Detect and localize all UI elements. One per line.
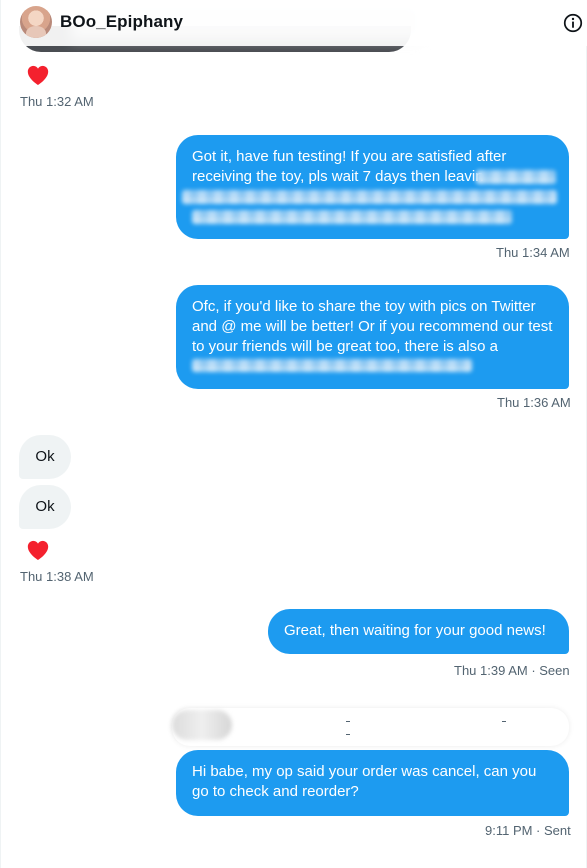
divider bbox=[502, 721, 506, 722]
message-timestamp: Thu 1:32 AM bbox=[20, 94, 94, 109]
blurred-text bbox=[182, 190, 557, 204]
outgoing-message[interactable]: Great, then waiting for your good news! bbox=[268, 609, 569, 654]
conversation-header: BOo_Epiphany bbox=[1, 0, 587, 46]
reply-preview[interactable] bbox=[172, 708, 569, 746]
message-text: Ok bbox=[35, 498, 55, 515]
heart-icon[interactable] bbox=[25, 537, 51, 563]
message-text: Great, then waiting for your good news! bbox=[284, 622, 546, 639]
dm-conversation: BOo_Epiphany Thu 1:32 AM Got it, have fu… bbox=[0, 0, 587, 868]
avatar[interactable] bbox=[20, 6, 52, 38]
contact-name[interactable]: BOo_Epiphany bbox=[60, 12, 183, 32]
message-timestamp: Thu 1:34 AM bbox=[496, 245, 570, 260]
heart-icon[interactable] bbox=[25, 62, 51, 88]
incoming-message[interactable]: Ok bbox=[19, 435, 71, 479]
message-status: Thu 1:39 AM · Seen bbox=[454, 663, 570, 678]
outgoing-message[interactable]: Hi babe, my op said your order was cance… bbox=[176, 750, 569, 816]
message-status: 9:11 PM · Sent bbox=[485, 823, 571, 838]
message-timestamp: Thu 1:36 AM bbox=[497, 395, 571, 410]
message-timestamp: Thu 1:38 AM bbox=[20, 569, 94, 584]
blurred-text bbox=[192, 359, 472, 372]
info-circle-icon[interactable] bbox=[562, 12, 584, 34]
message-text: Ok bbox=[35, 448, 55, 465]
divider bbox=[346, 721, 350, 722]
incoming-message[interactable]: Ok bbox=[19, 485, 71, 529]
message-text: Hi babe, my op said your order was cance… bbox=[192, 763, 537, 800]
blurred-text bbox=[192, 210, 512, 224]
reply-thumbnail bbox=[172, 710, 232, 740]
blurred-text bbox=[476, 170, 556, 184]
message-text: Got it, have fun testing! If you are sat… bbox=[192, 148, 507, 185]
divider bbox=[346, 734, 350, 735]
message-text: Ofc, if you'd like to share the toy with… bbox=[192, 298, 553, 355]
outgoing-message[interactable]: Ofc, if you'd like to share the toy with… bbox=[176, 285, 569, 389]
